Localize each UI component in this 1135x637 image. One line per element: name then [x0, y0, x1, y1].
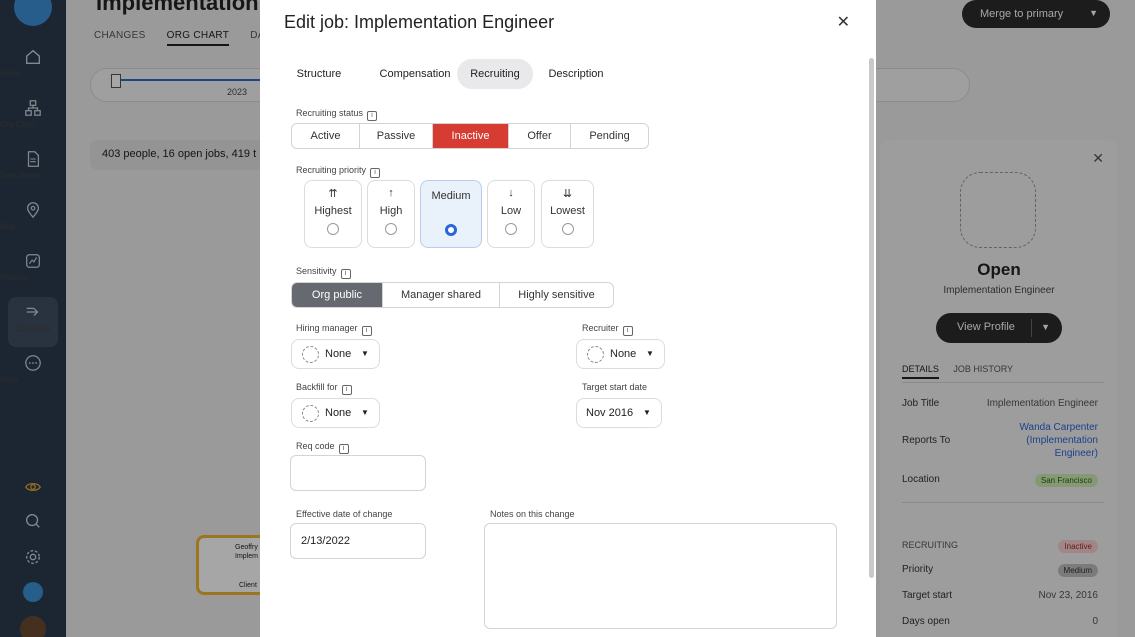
priority-lowest[interactable]: ⇊ Lowest: [541, 180, 594, 248]
priority-medium[interactable]: Medium: [420, 180, 482, 248]
modal-scrollbar[interactable]: [869, 58, 874, 578]
priority-high-radio[interactable]: [385, 223, 397, 235]
req-code-text: Req code: [296, 441, 335, 451]
edit-job-modal: Edit job: Implementation Engineer ✕ Stru…: [260, 0, 876, 637]
recruiter-value: None: [610, 348, 637, 360]
priority-medium-radio[interactable]: [445, 224, 457, 236]
recruiting-priority-label: Recruiting priority i: [296, 165, 381, 178]
req-code-label: Req code i: [296, 441, 349, 454]
status-offer[interactable]: Offer: [509, 124, 571, 148]
info-icon[interactable]: i: [338, 444, 349, 454]
hiring-manager-value: None: [325, 348, 352, 360]
dropdown-arrow-icon: ▼: [646, 349, 654, 358]
target-start-date-picker[interactable]: Nov 2016 ▼: [576, 398, 662, 428]
target-start-date-label: Target start date: [582, 382, 648, 392]
req-code-input[interactable]: [290, 455, 426, 491]
close-icon[interactable]: ✕: [837, 12, 850, 32]
priority-lowest-radio[interactable]: [561, 223, 574, 235]
info-icon[interactable]: i: [370, 168, 381, 178]
dropdown-arrow-icon: ▼: [361, 349, 369, 358]
notes-label: Notes on this change: [490, 509, 575, 519]
dropdown-arrow-icon: ▼: [643, 408, 651, 417]
priority-highest[interactable]: ⇈ Highest: [304, 180, 362, 248]
tab-description[interactable]: Description: [542, 59, 610, 89]
dropdown-arrow-icon: ▼: [361, 408, 369, 417]
recruiter-label: Recruiter i: [582, 323, 633, 336]
priority-low-label: Low: [500, 205, 522, 217]
backfill-for-picker[interactable]: None ▼: [291, 398, 380, 428]
backfill-for-text: Backfill for: [296, 382, 338, 392]
sensitivity-label: Sensitivity i: [296, 266, 351, 279]
priority-highest-label: Highest: [314, 205, 352, 217]
hiring-manager-picker[interactable]: None ▼: [291, 339, 380, 369]
backfill-for-value: None: [325, 407, 352, 419]
person-placeholder-icon: [587, 346, 604, 363]
effective-date-label: Effective date of change: [296, 509, 393, 519]
backfill-for-label: Backfill for i: [296, 382, 352, 395]
arrow-down-icon: ↓: [508, 187, 514, 199]
status-inactive[interactable]: Inactive: [433, 124, 509, 148]
double-arrow-down-icon: ⇊: [562, 188, 573, 200]
priority-high-label: High: [379, 205, 403, 217]
sensitivity-text: Sensitivity: [296, 266, 337, 276]
priority-highest-radio[interactable]: [327, 223, 339, 235]
recruiting-status-selector: Active Passive Inactive Offer Pending: [291, 123, 649, 149]
notes-textarea[interactable]: [484, 523, 837, 629]
modal-title: Edit job: Implementation Engineer: [284, 12, 555, 32]
target-start-date-value: Nov 2016: [586, 407, 634, 419]
sensitivity-manager-shared[interactable]: Manager shared: [383, 283, 500, 307]
info-icon[interactable]: i: [341, 385, 352, 395]
status-pending[interactable]: Pending: [571, 124, 648, 148]
sensitivity-org-public[interactable]: Org public: [292, 283, 383, 307]
hiring-manager-label: Hiring manager i: [296, 323, 372, 336]
info-icon[interactable]: i: [622, 326, 633, 336]
hiring-manager-text: Hiring manager: [296, 323, 358, 333]
person-placeholder-icon: [302, 346, 319, 363]
priority-low[interactable]: ↓ Low: [487, 180, 535, 248]
person-placeholder-icon: [302, 405, 319, 422]
recruiter-picker[interactable]: None ▼: [576, 339, 665, 369]
tab-recruiting[interactable]: Recruiting: [457, 59, 533, 89]
info-icon[interactable]: i: [340, 269, 351, 279]
sensitivity-selector: Org public Manager shared Highly sensiti…: [291, 282, 614, 308]
info-icon[interactable]: i: [361, 326, 372, 336]
priority-lowest-label: Lowest: [550, 205, 585, 217]
recruiting-priority-text: Recruiting priority: [296, 165, 367, 175]
effective-date-input[interactable]: 2/13/2022: [290, 523, 426, 559]
recruiting-status-text: Recruiting status: [296, 108, 364, 118]
arrow-up-icon: ↑: [388, 187, 394, 199]
tab-structure[interactable]: Structure: [284, 59, 354, 89]
status-active[interactable]: Active: [292, 124, 360, 148]
double-arrow-up-icon: ⇈: [328, 188, 338, 200]
info-icon[interactable]: i: [367, 111, 378, 121]
recruiting-status-label: Recruiting status i: [296, 108, 378, 121]
priority-low-radio[interactable]: [505, 223, 517, 235]
priority-medium-label: Medium: [431, 190, 471, 202]
recruiter-text: Recruiter: [582, 323, 619, 333]
tab-compensation[interactable]: Compensation: [362, 59, 468, 89]
sensitivity-highly-sensitive[interactable]: Highly sensitive: [500, 283, 613, 307]
status-passive[interactable]: Passive: [360, 124, 433, 148]
priority-high[interactable]: ↑ High: [367, 180, 415, 248]
